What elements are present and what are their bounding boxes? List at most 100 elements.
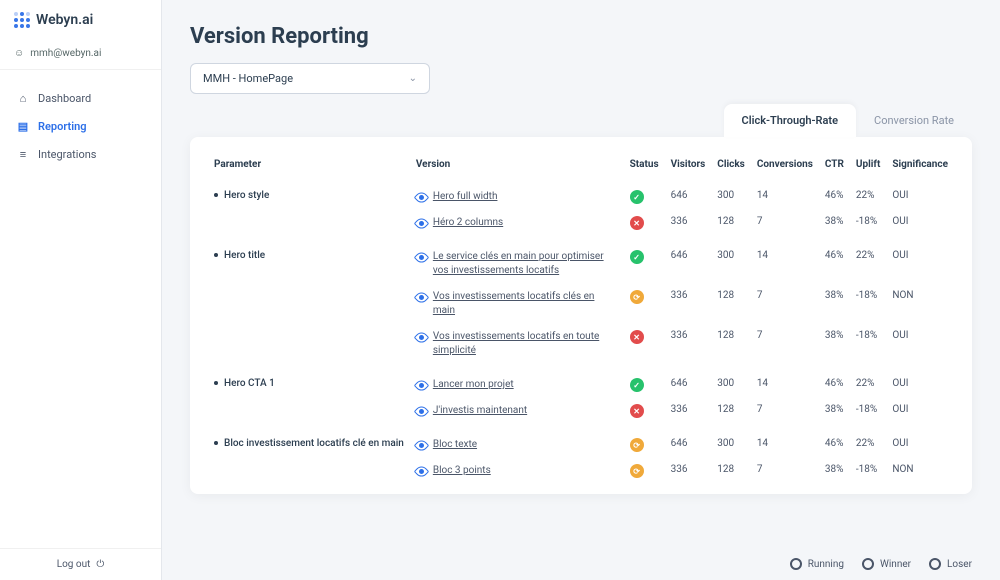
report-icon: ▤ [16,119,30,133]
logout-button[interactable]: Log out ⏻ [0,548,161,580]
sidebar: Webyn.ai ☺ mmh@webyn.ai ⌂ Dashboard ▤Repor… [0,0,162,580]
eye-icon[interactable] [414,404,430,420]
ctr-cell: 38% [819,324,850,364]
significance-cell: NON [886,458,954,484]
conversions-cell: 14 [751,424,819,458]
clicks-cell: 300 [711,236,751,284]
significance-cell: OUI [886,364,954,398]
user-email: mmh@webyn.ai [30,48,101,59]
parameter-cell: Hero title [208,236,410,284]
conversions-cell: 7 [751,324,819,364]
parameter-cell: Bloc investissement locatifs clé en main [208,424,410,458]
tab-conversion-rate[interactable]: Conversion Rate [856,104,972,137]
tab-click-through-rate[interactable]: Click-Through-Rate [724,104,857,137]
visitors-cell: 336 [665,284,712,324]
version-link[interactable]: Vos investissements locatifs clés en mai… [433,290,613,318]
clicks-cell: 128 [711,398,751,424]
sidebar-item-reporting[interactable]: ▤Reporting [8,112,153,140]
page-title: Version Reporting [190,24,972,49]
sidebar-item-dashboard[interactable]: ⌂ Dashboard [8,84,153,112]
main-content: Version Reporting MMH - HomePage ⌄ Click… [162,0,1000,580]
conversions-cell: 7 [751,398,819,424]
legend-winner: Winner [862,558,911,570]
eye-icon[interactable] [414,290,430,306]
eye-icon[interactable] [414,216,430,232]
version-link[interactable]: Le service clés en main pour optimiser v… [433,250,613,278]
parameter-cell: Hero CTA 1 [208,364,410,398]
loser-icon [929,558,941,570]
sidebar-nav: ⌂ Dashboard ▤Reporting≡Integrations [0,70,161,182]
user-account-row[interactable]: ☺ mmh@webyn.ai [0,38,161,70]
clicks-cell: 300 [711,424,751,458]
visitors-cell: 646 [665,424,712,458]
sidebar-item-label: Integrations [38,148,96,161]
column-header: Significance [886,151,954,184]
status-badge-winner: ✓ [630,378,644,392]
table-row: Bloc investissement locatifs clé en main… [208,424,954,458]
logout-label: Log out [57,559,91,570]
ctr-cell: 38% [819,398,850,424]
version-link[interactable]: Hero full width [433,190,498,204]
uplift-cell: -18% [850,458,886,484]
version-link[interactable]: Héro 2 columns [433,216,503,230]
visitors-cell: 646 [665,364,712,398]
eye-icon[interactable] [414,190,430,206]
status-badge-running: ⟳ [630,438,644,452]
uplift-cell: -18% [850,398,886,424]
status-badge-running: ⟳ [630,464,644,478]
conversions-cell: 7 [751,458,819,484]
status-badge-loser: ✕ [630,330,644,344]
column-header: Status [624,151,665,184]
column-header: CTR [819,151,850,184]
sidebar-item-label: Dashboard [38,92,91,105]
clicks-cell: 128 [711,284,751,324]
uplift-cell: 22% [850,364,886,398]
version-link[interactable]: J'investis maintenant [433,404,527,418]
status-badge-loser: ✕ [630,404,644,418]
eye-icon[interactable] [414,250,430,266]
eye-icon[interactable] [414,330,430,346]
report-table: ParameterVersionStatusVisitorsClicksConv… [208,151,954,484]
ctr-cell: 46% [819,184,850,210]
conversions-cell: 14 [751,184,819,210]
significance-cell: OUI [886,184,954,210]
clicks-cell: 128 [711,458,751,484]
table-row: Hero CTA 1Lancer mon projet✓6463001446%2… [208,364,954,398]
table-row: Vos investissements locatifs clés en mai… [208,284,954,324]
page-select[interactable]: MMH - HomePage ⌄ [190,63,430,94]
brand-logo: Webyn.ai [0,0,161,38]
status-badge-winner: ✓ [630,190,644,204]
version-link[interactable]: Bloc texte [433,438,477,452]
home-icon: ⌂ [16,91,30,105]
table-row: Hero styleHero full width✓6463001446%22%… [208,184,954,210]
eye-icon[interactable] [414,378,430,394]
column-header: Parameter [208,151,410,184]
version-link[interactable]: Lancer mon projet [433,378,514,392]
uplift-cell: 22% [850,236,886,284]
logo-icon [14,12,30,28]
sidebar-item-integrations[interactable]: ≡Integrations [8,140,153,168]
tabs-row: Click-Through-RateConversion Rate [190,104,972,137]
status-legend: Running Winner Loser [790,558,972,570]
version-link[interactable]: Vos investissements locatifs en toute si… [433,330,613,358]
ctr-cell: 38% [819,210,850,236]
version-link[interactable]: Bloc 3 points [433,464,491,478]
clicks-cell: 300 [711,364,751,398]
visitors-cell: 336 [665,458,712,484]
eye-icon[interactable] [414,438,430,454]
legend-loser: Loser [929,558,972,570]
user-icon: ☺ [14,48,24,59]
brand-name: Webyn.ai [36,12,93,28]
clicks-cell: 128 [711,210,751,236]
conversions-cell: 14 [751,364,819,398]
significance-cell: OUI [886,424,954,458]
table-row: Hero title Le service clés en main pour o… [208,236,954,284]
conversions-cell: 7 [751,284,819,324]
status-badge-loser: ✕ [630,216,644,230]
select-value: MMH - HomePage [203,72,293,85]
significance-cell: OUI [886,324,954,364]
uplift-cell: -18% [850,284,886,324]
eye-icon[interactable] [414,464,430,480]
uplift-cell: -18% [850,210,886,236]
visitors-cell: 336 [665,398,712,424]
